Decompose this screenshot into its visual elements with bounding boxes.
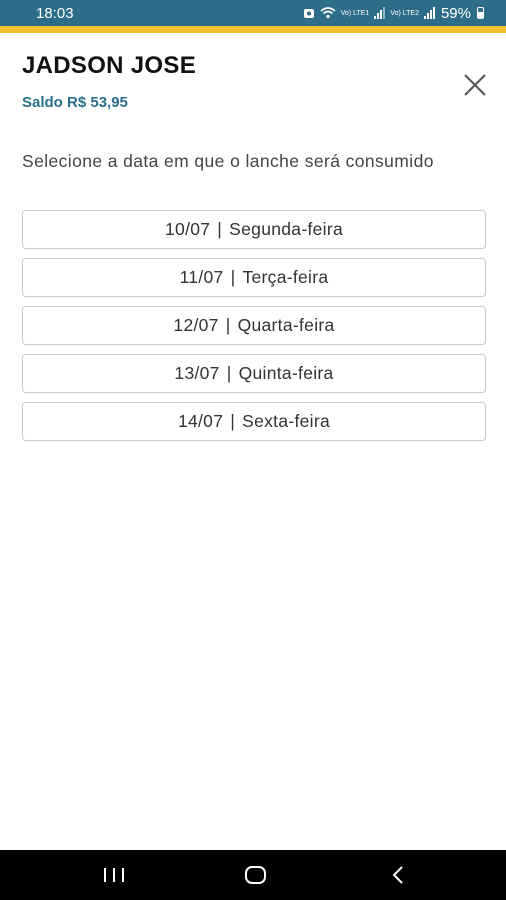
date-label: 12/07 [173, 315, 219, 335]
date-label: 10/07 [165, 219, 211, 239]
recents-icon [104, 868, 124, 882]
date-separator: | [230, 411, 236, 431]
balance-label: Saldo R$ 53,95 [22, 94, 128, 111]
signal-1-icon [374, 7, 386, 19]
status-icons: Vo) LTE1 Vo) LTE2 [303, 7, 435, 19]
date-option-button[interactable]: 11/07 | Terça-feira [22, 258, 486, 297]
back-icon [392, 866, 403, 884]
date-option-button[interactable]: 13/07 | Quinta-feira [22, 354, 486, 393]
date-separator: | [217, 219, 223, 239]
recents-button[interactable] [84, 850, 144, 900]
instruction-text: Selecione a data em que o lanche será co… [22, 151, 434, 171]
home-icon [245, 866, 266, 884]
wifi-icon [320, 7, 336, 19]
close-icon [464, 74, 486, 96]
battery-percent: 59% [440, 4, 471, 22]
date-label: 14/07 [177, 411, 224, 431]
date-separator: | [226, 363, 232, 383]
back-button[interactable] [368, 850, 428, 900]
status-bar: 18:03 Vo) LTE1 Vo) LTE2 59% [0, 0, 506, 26]
date-options-list: 10/07 | Segunda-feira 11/07 | Terça-feir… [22, 210, 486, 450]
alarm-icon [303, 9, 314, 18]
weekday-label: Quinta-feira [238, 363, 334, 383]
date-label: 11/07 [179, 267, 224, 287]
date-label: 13/07 [174, 363, 220, 383]
date-separator: | [225, 315, 231, 335]
home-button[interactable] [225, 850, 285, 900]
user-name: JADSON JOSE [22, 52, 197, 79]
date-option-button[interactable]: 14/07 | Sexta-feira [22, 402, 486, 441]
close-button[interactable] [460, 70, 490, 100]
date-option-button[interactable]: 10/07 | Segunda-feira [22, 210, 486, 249]
weekday-label: Terça-feira [242, 267, 329, 287]
accent-bar [0, 26, 506, 33]
status-time: 18:03 [36, 4, 74, 22]
network-2-label: Vo) LTE2 [390, 9, 419, 17]
status-right: Vo) LTE1 Vo) LTE2 59% [303, 5, 484, 22]
weekday-label: Segunda-feira [229, 219, 343, 239]
date-separator: | [230, 267, 236, 287]
date-option-button[interactable]: 12/07 | Quarta-feira [22, 306, 486, 345]
network-1-label: Vo) LTE1 [340, 9, 370, 17]
weekday-label: Quarta-feira [237, 315, 335, 335]
signal-2-icon [423, 7, 435, 19]
navigation-bar [0, 850, 506, 900]
battery-icon [477, 7, 484, 19]
weekday-label: Sexta-feira [242, 411, 331, 431]
